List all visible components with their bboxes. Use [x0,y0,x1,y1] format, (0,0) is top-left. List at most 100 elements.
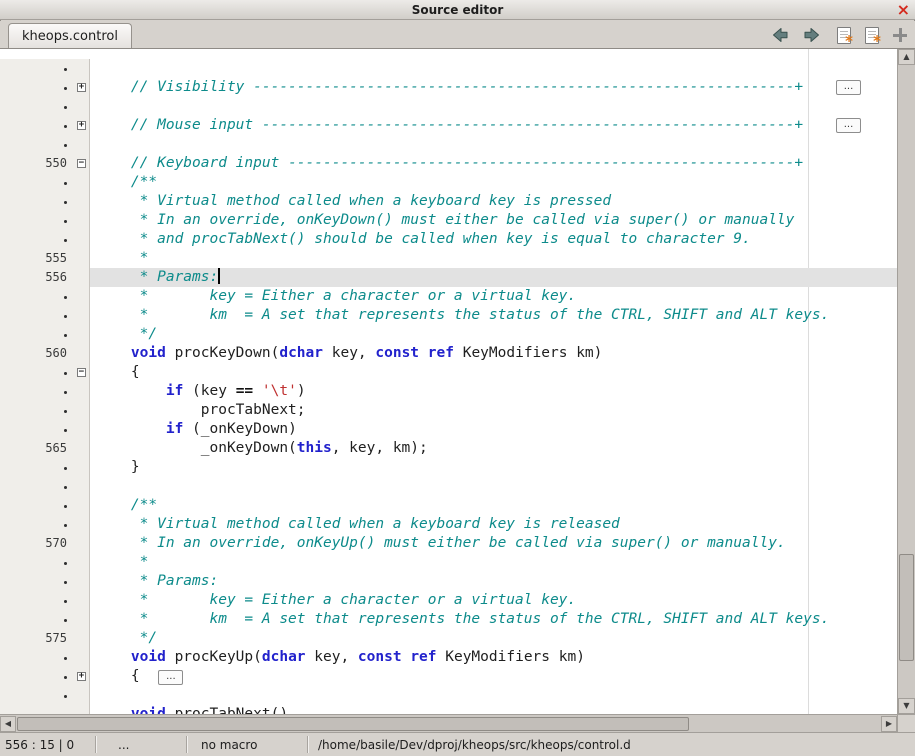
code-text[interactable]: * Virtual method called when a keyboard … [90,192,897,211]
code-line[interactable] [0,97,897,116]
code-line[interactable] [0,477,897,496]
code-text[interactable]: /** [90,173,897,192]
code-text[interactable]: procTabNext; [90,401,897,420]
document-save-icon[interactable] [865,27,879,44]
code-line[interactable]: procTabNext; [0,401,897,420]
code-line[interactable]: if (_onKeyDown) [0,420,897,439]
code-text[interactable] [90,97,897,116]
code-line[interactable]: * Params: [0,572,897,591]
line-number [0,78,74,97]
code-text[interactable]: * km = A set that represents the status … [90,610,897,629]
code-text[interactable]: void procKeyDown(dchar key, const ref Ke… [90,344,897,363]
window-title: Source editor [412,3,504,17]
scroll-left-button[interactable] [0,716,16,732]
code-line[interactable]: − { [0,363,897,382]
code-text[interactable]: * Params: [90,572,897,591]
code-line[interactable]: } [0,458,897,477]
code-line[interactable] [0,686,897,705]
code-line[interactable]: void procKeyUp(dchar key, const ref KeyM… [0,648,897,667]
code-line[interactable]: * [0,553,897,572]
code-text[interactable] [90,59,897,78]
code-line[interactable]: + { ... [0,667,897,686]
code-line[interactable]: 575 */ [0,629,897,648]
code-text[interactable]: * Virtual method called when a keyboard … [90,515,897,534]
code-text[interactable]: * [90,249,897,268]
text-caret [218,268,220,284]
code-line[interactable]: + // Mouse input -----------------------… [0,116,897,135]
fold-marker[interactable]: − [77,368,86,377]
code-text[interactable]: { [90,363,897,382]
document-modified-icon[interactable] [837,27,851,44]
code-text[interactable]: void procKeyUp(dchar key, const ref KeyM… [90,648,897,667]
fold-marker[interactable]: + [77,83,86,92]
code-text[interactable] [90,477,897,496]
code-text[interactable]: * key = Either a character or a virtual … [90,591,897,610]
scroll-down-button[interactable] [898,698,915,714]
tab-kheops-control[interactable]: kheops.control [8,23,132,48]
code-line[interactable]: 560 void procKeyDown(dchar key, const re… [0,344,897,363]
code-line[interactable]: * key = Either a character or a virtual … [0,591,897,610]
code-line[interactable]: 555 * [0,249,897,268]
code-line[interactable]: if (key == '\t') [0,382,897,401]
code-text[interactable]: */ [90,325,897,344]
fold-marker[interactable]: + [77,672,86,681]
folded-region-ellipsis[interactable]: ... [836,80,861,95]
editor-toolbar [769,23,907,47]
detach-cross-icon[interactable] [893,28,907,42]
code-line[interactable]: * In an override, onKeyDown() must eithe… [0,211,897,230]
code-text[interactable]: */ [90,629,897,648]
code-line[interactable]: 570 * In an override, onKeyUp() must eit… [0,534,897,553]
code-line[interactable]: * km = A set that represents the status … [0,610,897,629]
code-text[interactable]: * Params: [90,268,897,287]
code-line[interactable]: * and procTabNext() should be called whe… [0,230,897,249]
code-text[interactable]: // Visibility --------------------------… [90,78,897,97]
code-text[interactable] [90,135,897,154]
code-line[interactable]: /** [0,173,897,192]
code-line[interactable]: 550− // Keyboard input -----------------… [0,154,897,173]
code-text[interactable]: // Mouse input -------------------------… [90,116,897,135]
horizontal-scroll-thumb[interactable] [17,717,689,731]
previous-location-button[interactable] [769,25,791,45]
code-line[interactable]: /** [0,496,897,515]
fold-marker[interactable]: + [77,121,86,130]
code-line[interactable] [0,59,897,78]
line-number [0,363,74,382]
code-text[interactable] [90,686,897,705]
code-text[interactable]: * key = Either a character or a virtual … [90,287,897,306]
code-line[interactable]: 565 _onKeyDown(this, key, km); [0,439,897,458]
next-location-button[interactable] [801,25,823,45]
folded-region-ellipsis[interactable]: ... [836,118,861,133]
code-line[interactable]: void procTabNext() [0,705,897,714]
scroll-up-button[interactable] [898,49,915,65]
line-dot-icon [64,657,67,660]
code-text[interactable]: * In an override, onKeyUp() must either … [90,534,897,553]
code-line[interactable]: * key = Either a character or a virtual … [0,287,897,306]
scroll-right-button[interactable] [881,716,897,732]
code-text[interactable]: * km = A set that represents the status … [90,306,897,325]
code-text[interactable]: // Keyboard input ----------------------… [90,154,897,173]
code-line[interactable] [0,135,897,154]
folded-code-ellipsis[interactable]: ... [158,670,183,685]
horizontal-scrollbar[interactable] [0,714,897,732]
code-line[interactable]: * Virtual method called when a keyboard … [0,192,897,211]
code-editor[interactable]: + // Visibility ------------------------… [0,49,897,714]
code-text[interactable]: * and procTabNext() should be called whe… [90,230,897,249]
close-button[interactable]: × [897,0,910,20]
vertical-scrollbar[interactable] [897,49,915,714]
code-text[interactable]: _onKeyDown(this, key, km); [90,439,897,458]
code-line[interactable]: * Virtual method called when a keyboard … [0,515,897,534]
code-text[interactable]: * [90,553,897,572]
code-line[interactable]: */ [0,325,897,344]
code-line[interactable]: * km = A set that represents the status … [0,306,897,325]
fold-marker[interactable]: − [77,159,86,168]
code-text[interactable]: /** [90,496,897,515]
vertical-scroll-thumb[interactable] [899,554,914,660]
code-text[interactable]: void procTabNext() [90,705,897,714]
code-text[interactable]: if (_onKeyDown) [90,420,897,439]
code-text[interactable]: * In an override, onKeyDown() must eithe… [90,211,897,230]
code-line[interactable]: 556 * Params: [0,268,897,287]
code-text[interactable]: if (key == '\t') [90,382,897,401]
code-line[interactable]: + // Visibility ------------------------… [0,78,897,97]
code-text[interactable]: { ... [90,667,897,686]
code-text[interactable]: } [90,458,897,477]
